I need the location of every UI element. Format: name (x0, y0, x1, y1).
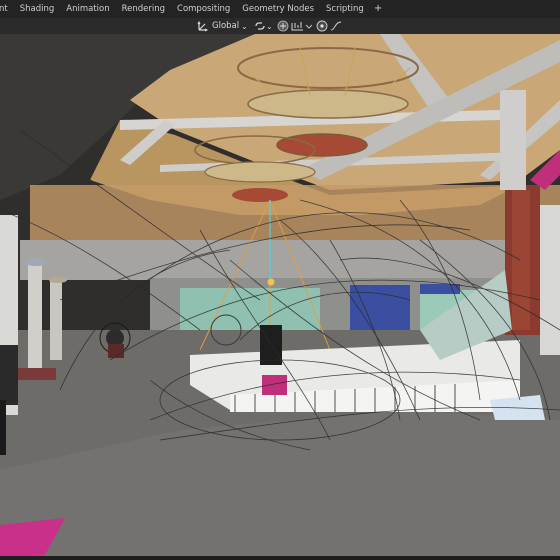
snap-icon[interactable] (253, 20, 267, 32)
tab-scripting[interactable]: Scripting (320, 0, 370, 18)
viewport-header: Global ⌄ ⌄ (0, 18, 560, 34)
3d-viewport[interactable] (0, 34, 560, 560)
tab-animation[interactable]: Animation (60, 0, 115, 18)
transform-orientation-dropdown[interactable]: Global (212, 20, 239, 32)
tab-rendering[interactable]: Rendering (116, 0, 171, 18)
proportional-edit-icon[interactable] (316, 20, 328, 32)
tab-layout[interactable]: nt (0, 0, 14, 18)
falloff-icon[interactable] (330, 20, 342, 32)
snap-increment-icon[interactable] (277, 20, 289, 32)
scene-render[interactable] (0, 34, 560, 560)
snap-target-icon[interactable] (291, 20, 305, 32)
add-workspace-button[interactable]: + (370, 0, 386, 18)
workspace-tabs-bar: nt Shading Animation Rendering Compositi… (0, 0, 560, 18)
transform-orientation-icon[interactable] (197, 20, 209, 32)
tab-compositing[interactable]: Compositing (171, 0, 236, 18)
orientation-chevron-down-icon[interactable]: ⌄ (241, 20, 248, 32)
target-chevron-icon[interactable] (305, 20, 313, 32)
tab-shading[interactable]: Shading (14, 0, 61, 18)
status-bar (0, 556, 560, 560)
blender-window: nt Shading Animation Rendering Compositi… (0, 0, 560, 560)
tab-geometry-nodes[interactable]: Geometry Nodes (236, 0, 320, 18)
snap-chevron-down-icon[interactable]: ⌄ (266, 20, 273, 32)
